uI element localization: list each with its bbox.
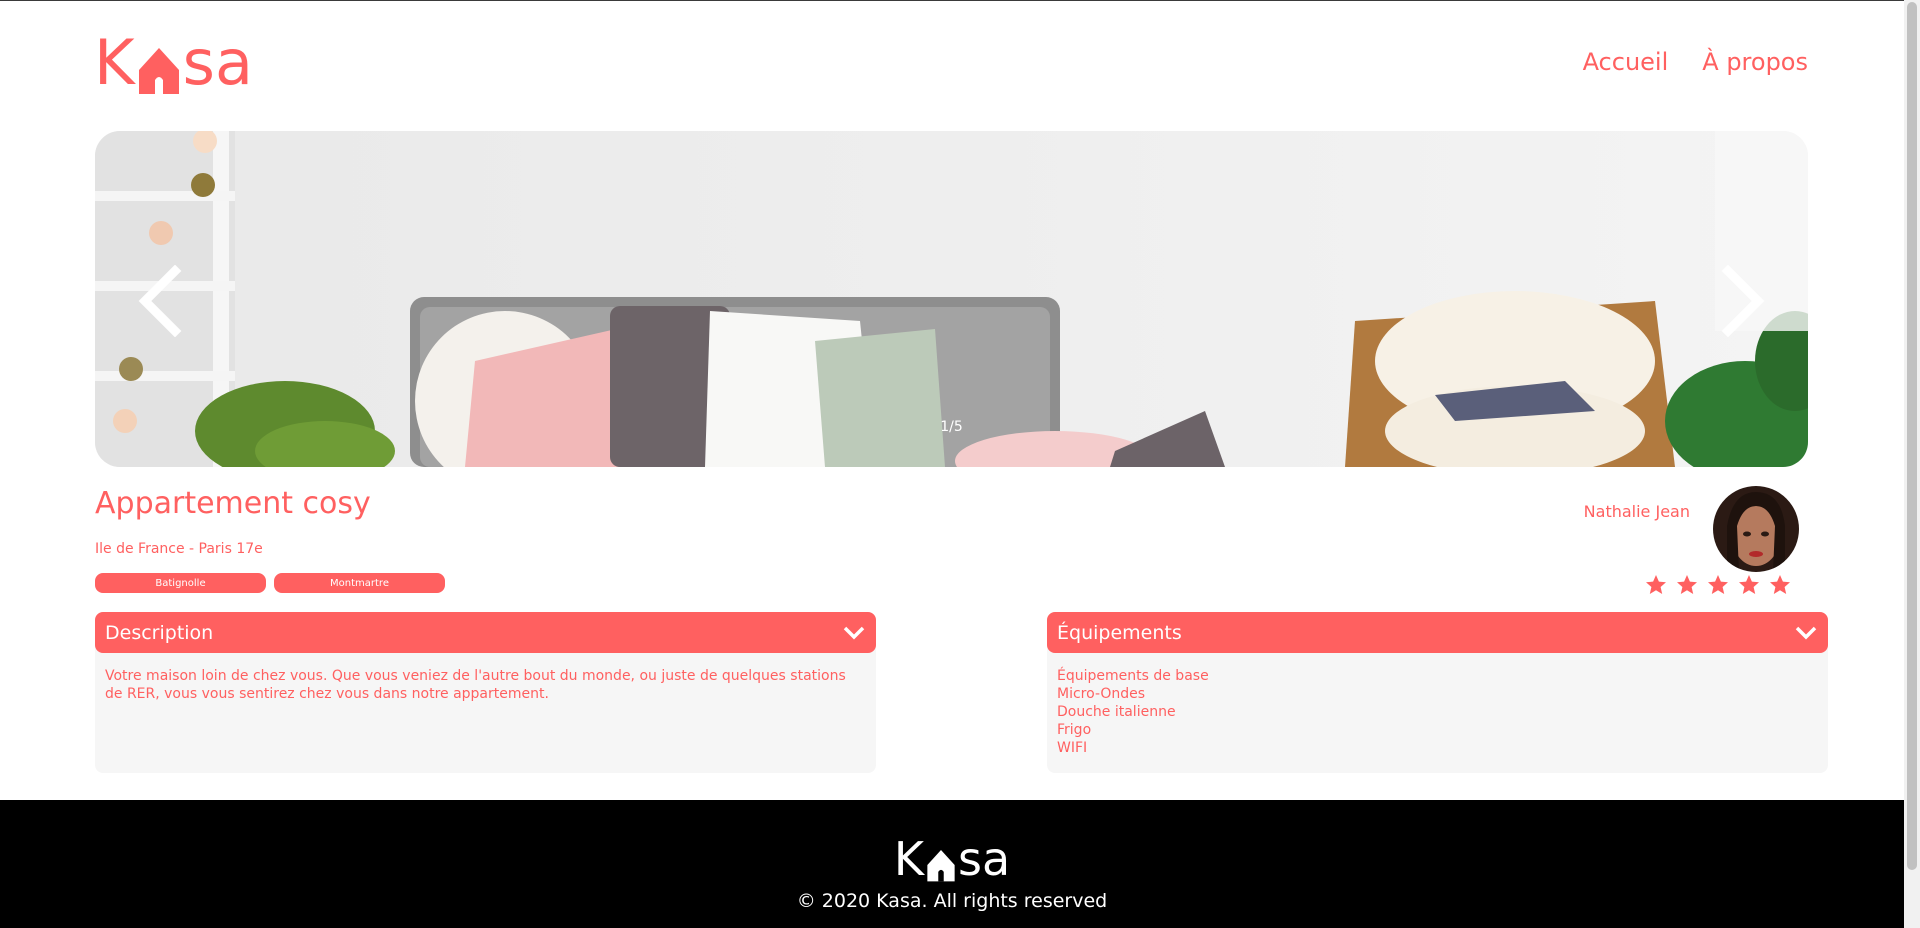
chevron-down-icon[interactable] (1794, 624, 1818, 642)
logo-text-start: K (893, 832, 924, 886)
description-toggle[interactable]: Description (95, 612, 876, 653)
logo-text-end: sa (182, 26, 253, 99)
header: K sa Accueil À propos (94, 32, 1808, 94)
chevron-down-icon[interactable] (842, 624, 866, 642)
star-icon (1708, 575, 1728, 594)
description-title: Description (105, 621, 214, 644)
page-scrollbar[interactable] (1904, 0, 1920, 928)
footer: K sa © 2020 Kasa. All rights reserved (0, 800, 1904, 928)
host-name: Nathalie Jean (1583, 502, 1690, 521)
house-icon (927, 850, 955, 882)
list-item: Douche italienne (1057, 704, 1176, 720)
nav-link-home[interactable]: Accueil (1583, 48, 1669, 76)
copyright-text: © 2020 Kasa. All rights reserved (796, 890, 1108, 912)
star-icon (1646, 575, 1666, 594)
list-item: WIFI (1057, 740, 1088, 756)
equipment-list: Équipements de base Micro-Ondes Douche i… (1057, 667, 1818, 757)
house-icon (138, 48, 179, 94)
equipments-title: Équipements (1057, 621, 1182, 644)
list-item: Micro-Ondes (1057, 686, 1146, 702)
star-icon (1739, 575, 1759, 594)
scrollbar-thumb[interactable] (1907, 2, 1917, 870)
window-top-border (0, 0, 1920, 1)
footer-logo: K sa (0, 836, 1904, 882)
host-avatar (1713, 486, 1799, 572)
equipments-toggle[interactable]: Équipements (1047, 612, 1828, 653)
list-item: Frigo (1057, 722, 1092, 738)
apartment-photo (95, 131, 1808, 467)
chevron-right-icon[interactable] (1718, 265, 1768, 337)
chevron-left-icon[interactable] (135, 265, 185, 337)
kasa-logo[interactable]: K sa (94, 32, 253, 94)
image-carousel: 1/5 (95, 131, 1808, 467)
list-item: Équipements de base (1057, 668, 1209, 684)
rating-stars (1644, 573, 1792, 597)
tag: Montmartre (274, 573, 445, 593)
slide-counter: 1/5 (940, 419, 963, 435)
star-icon (1770, 575, 1790, 594)
description-collapse: Description Votre maison loin de chez vo… (95, 612, 876, 773)
logo-text-start: K (94, 26, 135, 99)
nav-link-about[interactable]: À propos (1702, 48, 1808, 76)
description-content: Votre maison loin de chez vous. Que vous… (95, 645, 876, 773)
listing-title: Appartement cosy (95, 486, 371, 521)
listing-location: Ile de France - Paris 17e (95, 541, 263, 557)
main-nav: Accueil À propos (1583, 48, 1808, 76)
star-icon (1677, 575, 1697, 594)
logo-text-end: sa (958, 832, 1011, 886)
tag: Batignolle (95, 573, 266, 593)
equipments-collapse: Équipements Équipements de base Micro-On… (1047, 612, 1828, 773)
equipments-content: Équipements de base Micro-Ondes Douche i… (1047, 645, 1828, 773)
tag-list: Batignolle Montmartre (95, 573, 445, 593)
